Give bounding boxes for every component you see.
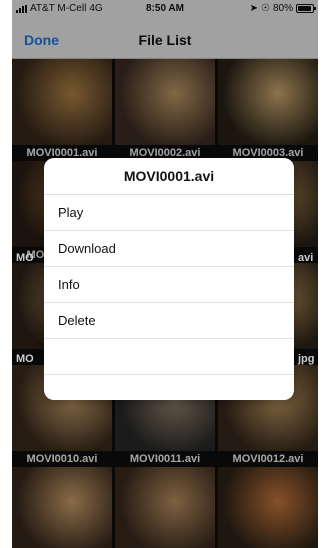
download-option[interactable]: Download (44, 231, 294, 267)
device-screen: AT&T M-Cell 4G 8:50 AM ➤ ☉ 80% Done File… (12, 0, 318, 548)
empty-option[interactable] (44, 375, 294, 400)
peek-label: jpg (298, 353, 315, 365)
info-option[interactable]: Info (44, 267, 294, 303)
play-option[interactable]: Play (44, 195, 294, 231)
peek-label: avi (298, 252, 314, 264)
action-sheet: MOVI0001.avi Play Download Info Delete (44, 158, 294, 400)
empty-option[interactable] (44, 339, 294, 375)
action-sheet-title: MOVI0001.avi (44, 158, 294, 195)
peek-label: MO (16, 252, 34, 264)
delete-option[interactable]: Delete (44, 303, 294, 339)
peek-label: MO (16, 353, 34, 365)
